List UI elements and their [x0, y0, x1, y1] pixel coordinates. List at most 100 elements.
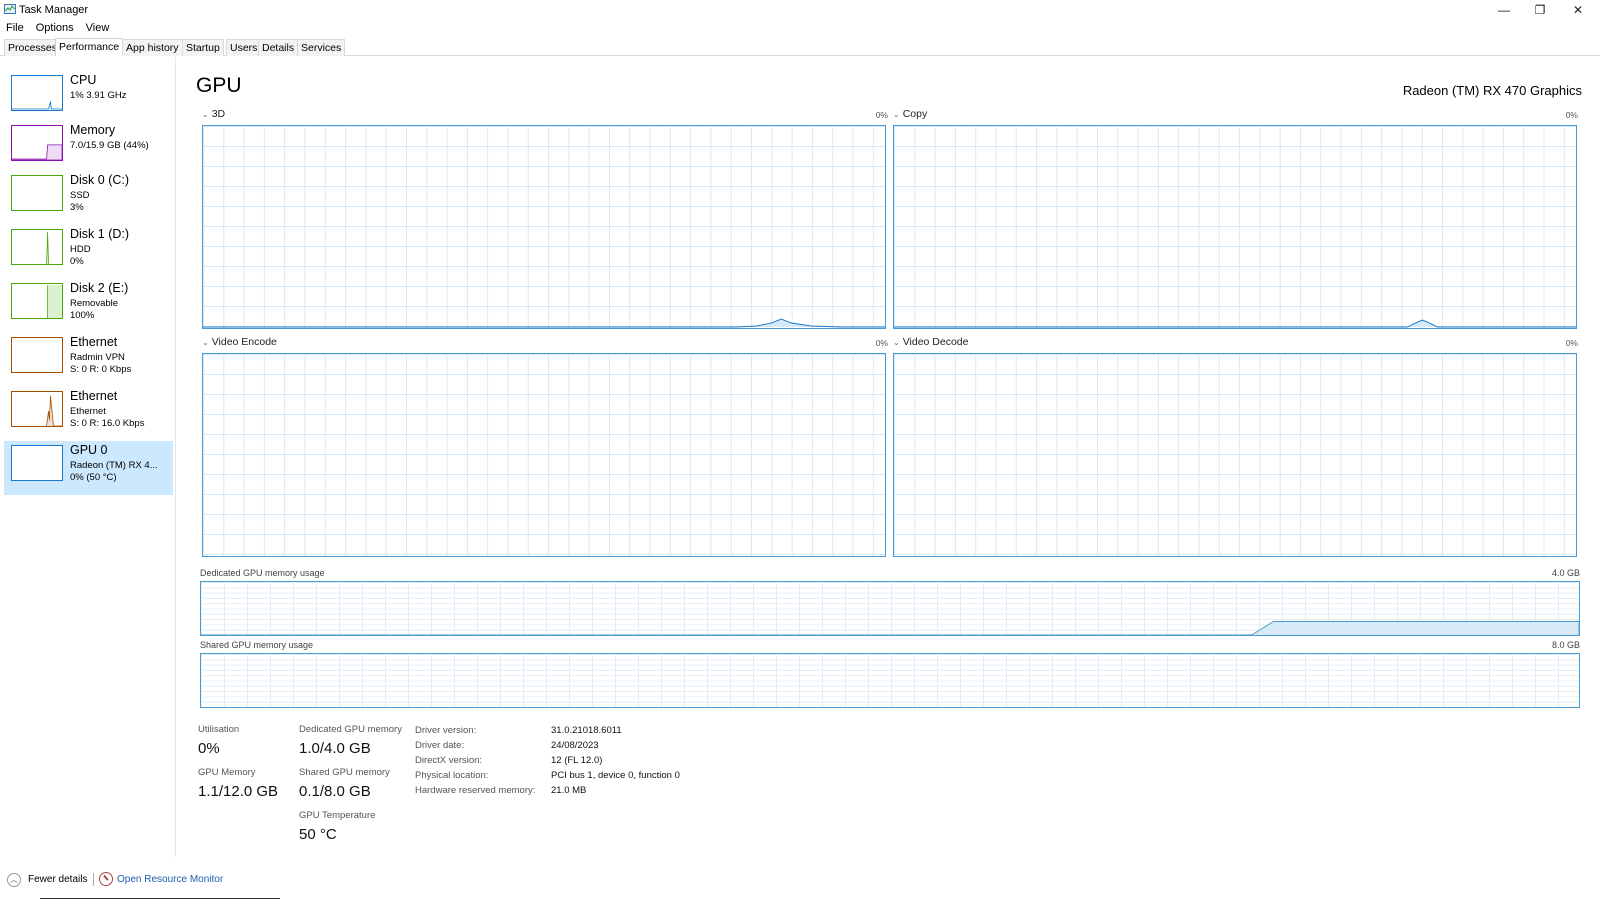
graph-3d-percent: 0% — [875, 110, 888, 120]
ethernet-thumbnail-graph — [11, 391, 63, 427]
shared-memory-max: 8.0 GB — [1551, 640, 1580, 650]
directx-version-value: 12 (FL 12.0) — [551, 755, 603, 766]
driver-date-value: 24/08/2023 — [551, 740, 599, 751]
sidebar-item-cpu[interactable]: CPU 1% 3.91 GHz — [4, 71, 173, 125]
close-button[interactable]: ✕ — [1560, 0, 1596, 20]
sidebar-item-title: Disk 0 (C:) — [70, 173, 130, 187]
driver-version-key: Driver version: — [415, 725, 477, 736]
sidebar-item-disk0[interactable]: Disk 0 (C:) SSD 3% — [4, 171, 173, 225]
sidebar-item-type: SSD — [70, 190, 90, 201]
tab-bar: Processes Performance App history Startu… — [0, 38, 1600, 56]
sidebar-item-adapter: Ethernet — [70, 406, 106, 417]
graph-3d — [202, 125, 886, 329]
tab-processes[interactable]: Processes — [4, 39, 62, 56]
ethernet-radmin-thumbnail-graph — [11, 337, 63, 373]
hardware-reserved-memory-value: 21.0 MB — [551, 785, 587, 796]
menu-view[interactable]: View — [80, 20, 116, 36]
graph-video-decode-percent: 0% — [1565, 338, 1578, 348]
physical-location-key: Physical location: — [415, 770, 489, 781]
chevron-up-icon[interactable]: ︿ — [7, 873, 21, 887]
sidebar-item-title: CPU — [70, 73, 97, 87]
tab-users[interactable]: Users — [226, 39, 262, 56]
sidebar-item-ethernet-radmin[interactable]: Ethernet Radmin VPN S: 0 R: 0 Kbps — [4, 333, 173, 387]
page-title: GPU — [196, 74, 242, 97]
open-resource-monitor-link[interactable]: Open Resource Monitor — [117, 874, 223, 885]
dedicated-memory-stat-value: 1.0/4.0 GB — [299, 740, 371, 757]
tab-details[interactable]: Details — [258, 39, 299, 56]
minimize-button[interactable]: — — [1486, 0, 1522, 20]
footer-separator — [93, 873, 94, 886]
disk0-thumbnail-graph — [11, 175, 63, 211]
graph-video-decode-label: Video Decode — [902, 336, 969, 348]
directx-version-key: DirectX version: — [415, 755, 483, 766]
sidebar-item-detail: 1% 3.91 GHz — [70, 90, 127, 101]
sidebar-item-title: Disk 1 (D:) — [70, 227, 130, 241]
sidebar-item-title: Ethernet — [70, 389, 118, 403]
shared-memory-stat-value: 0.1/8.0 GB — [299, 783, 371, 800]
sidebar-item-adapter: Radmin VPN — [70, 352, 125, 363]
cpu-thumbnail-graph — [11, 75, 63, 111]
dedicated-memory-max: 4.0 GB — [1551, 568, 1580, 578]
task-manager-icon — [4, 4, 16, 14]
sidebar-item-title: Memory — [70, 123, 116, 137]
sidebar-item-usage: 100% — [70, 310, 95, 321]
graph-video-decode-selector[interactable]: ⌄ Video Decode — [893, 336, 968, 348]
physical-location-value: PCI bus 1, device 0, function 0 — [551, 770, 680, 781]
graph-3d-label: 3D — [211, 108, 226, 120]
dedicated-memory-label: Dedicated GPU memory usage — [200, 568, 325, 578]
gpu-temperature-label: GPU Temperature — [299, 810, 376, 821]
graph-video-decode — [893, 353, 1577, 557]
menu-file[interactable]: File — [0, 20, 30, 36]
sidebar-item-disk2[interactable]: Disk 2 (E:) Removable 100% — [4, 279, 173, 333]
shared-memory-stat-label: Shared GPU memory — [299, 767, 390, 778]
sidebar-item-title: Ethernet — [70, 335, 118, 349]
graph-copy-selector[interactable]: ⌄ Copy — [893, 108, 927, 120]
graph-copy-percent: 0% — [1565, 110, 1578, 120]
chevron-down-icon: ⌄ — [202, 110, 209, 119]
chevron-down-icon: ⌄ — [893, 338, 900, 347]
tab-performance[interactable]: Performance — [55, 38, 124, 56]
scrollbar-indicator — [40, 898, 280, 899]
performance-sidebar: CPU 1% 3.91 GHz Memory 7.0/15.9 GB (44%)… — [0, 57, 176, 857]
menu-bar: File Options View — [0, 20, 115, 36]
footer: ︿ Fewer details Open Resource Monitor — [0, 868, 600, 890]
graph-video-encode-label: Video Encode — [211, 336, 277, 348]
sidebar-item-type: Removable — [70, 298, 119, 309]
shared-memory-label: Shared GPU memory usage — [200, 640, 314, 650]
gpu-memory-label: GPU Memory — [198, 767, 256, 778]
sidebar-item-ethernet[interactable]: Ethernet Ethernet S: 0 R: 16.0 Kbps — [4, 387, 173, 441]
shared-memory-graph — [200, 653, 1580, 708]
sidebar-item-type: HDD — [70, 244, 91, 255]
sidebar-item-usage: 0% — [70, 256, 84, 267]
gpu0-thumbnail-graph — [11, 445, 63, 481]
sidebar-item-usage: 3% — [70, 202, 84, 213]
tab-services[interactable]: Services — [297, 39, 346, 56]
memory-thumbnail-graph — [11, 125, 63, 161]
graph-3d-selector[interactable]: ⌄ 3D — [202, 108, 225, 120]
utilisation-label: Utilisation — [198, 724, 240, 735]
sidebar-item-usage: 0% (50 °C) — [70, 472, 117, 483]
driver-version-value: 31.0.21018.6011 — [551, 725, 622, 736]
graph-video-encode-selector[interactable]: ⌄ Video Encode — [202, 336, 277, 348]
sidebar-item-detail: 7.0/15.9 GB (44%) — [70, 140, 149, 151]
dedicated-memory-graph — [200, 581, 1580, 636]
title-bar: Task Manager — ❐ ✕ — [0, 0, 1600, 20]
tab-startup[interactable]: Startup — [182, 39, 224, 56]
dedicated-memory-stat-label: Dedicated GPU memory — [299, 724, 402, 735]
fewer-details-link[interactable]: Fewer details — [28, 874, 87, 885]
sidebar-item-disk1[interactable]: Disk 1 (D:) HDD 0% — [4, 225, 173, 279]
maximize-button[interactable]: ❐ — [1522, 0, 1558, 20]
menu-options[interactable]: Options — [30, 20, 80, 36]
tab-app-history[interactable]: App history — [122, 39, 183, 56]
sidebar-item-gpu0[interactable]: GPU 0 Radeon (TM) RX 4... 0% (50 °C) — [4, 441, 173, 495]
disk2-thumbnail-graph — [11, 283, 63, 319]
sidebar-item-title: GPU 0 — [70, 443, 108, 457]
graph-copy — [893, 125, 1577, 329]
graph-video-encode-percent: 0% — [875, 338, 888, 348]
gpu-memory-value: 1.1/12.0 GB — [198, 783, 279, 800]
driver-date-key: Driver date: — [415, 740, 465, 751]
sidebar-item-memory[interactable]: Memory 7.0/15.9 GB (44%) — [4, 121, 173, 175]
chevron-down-icon: ⌄ — [202, 338, 209, 347]
sidebar-item-throughput: S: 0 R: 16.0 Kbps — [70, 418, 145, 429]
utilisation-value: 0% — [198, 740, 220, 757]
